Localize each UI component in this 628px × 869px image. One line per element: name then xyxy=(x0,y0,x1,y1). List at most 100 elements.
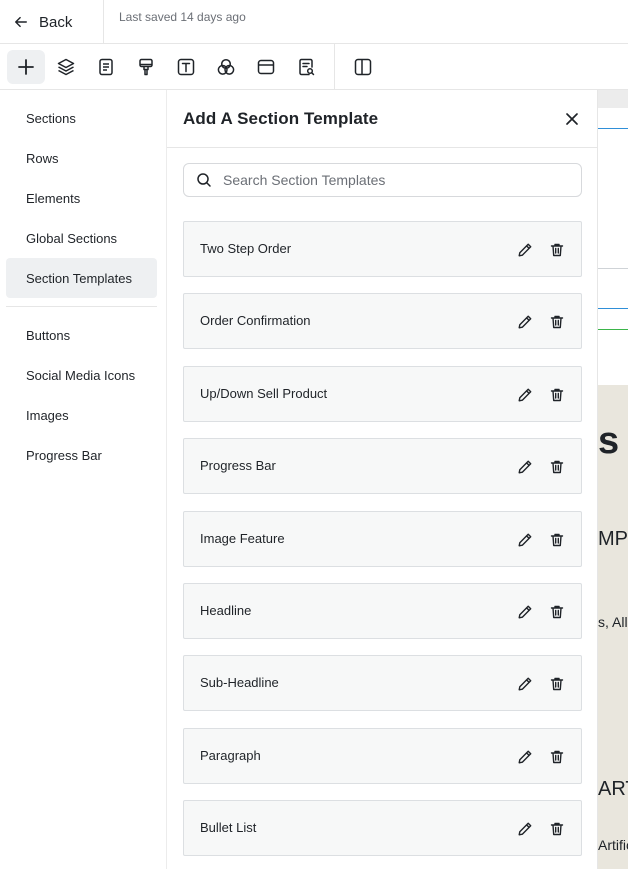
pencil-icon xyxy=(518,460,532,474)
page-search-icon xyxy=(299,58,315,76)
sidebar-item-progress-bar[interactable]: Progress Bar xyxy=(6,435,157,475)
styles-button[interactable] xyxy=(127,50,165,84)
split-view-button[interactable] xyxy=(344,50,382,84)
canvas-body-text: s, All xyxy=(598,614,628,630)
save-status: Last saved 14 days ago xyxy=(119,10,246,24)
sidebar-item-label: Elements xyxy=(26,190,81,206)
sidebar-item-label: Progress Bar xyxy=(26,447,102,463)
sidebar-item-images[interactable]: Images xyxy=(6,395,157,435)
sidebar-item-label: Sections xyxy=(26,110,76,126)
delete-button[interactable] xyxy=(548,531,566,549)
template-label: Order Confirmation xyxy=(200,313,311,328)
canvas-guide-line xyxy=(598,128,628,129)
edit-button[interactable] xyxy=(516,386,534,404)
pencil-icon xyxy=(518,677,532,691)
canvas-guide-line xyxy=(598,329,628,330)
pencil-icon xyxy=(518,315,532,329)
text-button[interactable] xyxy=(167,50,205,84)
layers-button[interactable] xyxy=(47,50,85,84)
template-card[interactable]: Up/Down Sell Product xyxy=(183,366,582,422)
sidebar-item-elements[interactable]: Elements xyxy=(6,178,157,218)
top-bar: Back Last saved 14 days ago xyxy=(0,0,628,44)
close-icon xyxy=(566,113,578,125)
template-card[interactable]: Image Feature xyxy=(183,511,582,567)
back-button[interactable]: Back xyxy=(0,0,104,44)
close-button[interactable] xyxy=(560,107,584,131)
section-template-panel: Add A Section Template Two Step Order Or… xyxy=(166,90,598,869)
canvas-body-text: Artific xyxy=(598,837,628,853)
template-label: Sub-Headline xyxy=(200,675,279,690)
sidebar-item-section-templates[interactable]: Section Templates xyxy=(6,258,157,298)
canvas-preview[interactable]: s MPL s, All ART Artific xyxy=(598,90,628,869)
canvas-heading-text: s xyxy=(598,420,620,462)
canvas-guide-line xyxy=(598,308,628,309)
trash-icon xyxy=(550,243,564,257)
template-card[interactable]: Order Confirmation xyxy=(183,293,582,349)
page-settings-button[interactable] xyxy=(87,50,125,84)
pencil-icon xyxy=(518,533,532,547)
template-card[interactable]: Paragraph xyxy=(183,728,582,784)
delete-button[interactable] xyxy=(548,458,566,476)
edit-button[interactable] xyxy=(516,458,534,476)
template-label: Bullet List xyxy=(200,820,257,835)
delete-button[interactable] xyxy=(548,386,566,404)
arrow-left-icon xyxy=(15,16,27,28)
canvas-subheading-text: MPL xyxy=(598,528,628,550)
trash-icon xyxy=(550,388,564,402)
page-icon xyxy=(99,58,113,76)
sidebar-item-label: Buttons xyxy=(26,327,71,343)
template-label: Up/Down Sell Product xyxy=(200,386,328,401)
sidebar-item-buttons[interactable]: Buttons xyxy=(6,315,157,355)
template-card[interactable]: Progress Bar xyxy=(183,438,582,494)
pencil-icon xyxy=(518,750,532,764)
edit-button[interactable] xyxy=(516,531,534,549)
template-card[interactable]: Sub-Headline xyxy=(183,655,582,711)
sidebar-item-social-media-icons[interactable]: Social Media Icons xyxy=(6,355,157,395)
delete-button[interactable] xyxy=(548,603,566,621)
trash-icon xyxy=(550,460,564,474)
template-label: Progress Bar xyxy=(200,458,276,473)
delete-button[interactable] xyxy=(548,313,566,331)
search-field[interactable] xyxy=(183,163,582,197)
canvas-subheading-text: ART xyxy=(598,778,628,800)
sidebar-item-label: Social Media Icons xyxy=(26,367,136,383)
panel-title: Add A Section Template xyxy=(183,109,379,128)
search-input[interactable] xyxy=(223,172,563,188)
color-circles-icon xyxy=(217,58,235,75)
colors-button[interactable] xyxy=(207,50,245,84)
edit-button[interactable] xyxy=(516,603,534,621)
canvas-guide-line xyxy=(598,268,628,269)
template-card[interactable]: Two Step Order xyxy=(183,221,582,277)
edit-button[interactable] xyxy=(516,313,534,331)
toolbar-divider xyxy=(334,44,335,90)
edit-button[interactable] xyxy=(516,820,534,838)
search-icon xyxy=(197,173,211,187)
delete-button[interactable] xyxy=(548,241,566,259)
add-button[interactable] xyxy=(7,50,45,84)
sidebar-item-rows[interactable]: Rows xyxy=(6,138,157,178)
sidebar-item-global-sections[interactable]: Global Sections xyxy=(6,218,157,258)
paint-brush-icon xyxy=(139,58,153,76)
sidebar-item-sections[interactable]: Sections xyxy=(6,98,157,138)
add-icon xyxy=(18,59,34,75)
trash-icon xyxy=(550,315,564,329)
edit-button[interactable] xyxy=(516,241,534,259)
delete-button[interactable] xyxy=(548,675,566,693)
trash-icon xyxy=(550,605,564,619)
seo-button[interactable] xyxy=(287,50,325,84)
edit-button[interactable] xyxy=(516,748,534,766)
toolbar xyxy=(0,44,628,90)
template-label: Image Feature xyxy=(200,531,285,546)
layers-icon xyxy=(57,58,75,76)
pencil-icon xyxy=(518,605,532,619)
template-label: Two Step Order xyxy=(200,241,292,256)
pencil-icon xyxy=(518,243,532,257)
edit-button[interactable] xyxy=(516,675,534,693)
template-card[interactable]: Bullet List xyxy=(183,800,582,856)
template-card[interactable]: Headline xyxy=(183,583,582,639)
sidebar: Sections Rows Elements Global Sections S… xyxy=(0,90,166,869)
popup-button[interactable] xyxy=(247,50,285,84)
trash-icon xyxy=(550,677,564,691)
delete-button[interactable] xyxy=(548,748,566,766)
delete-button[interactable] xyxy=(548,820,566,838)
